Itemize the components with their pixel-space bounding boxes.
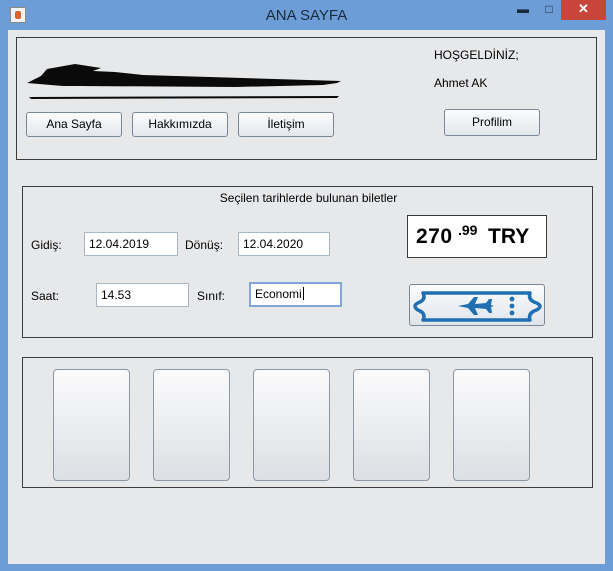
result-card[interactable] <box>353 369 430 481</box>
welcome-label: HOŞGELDİNİZ; <box>434 48 519 62</box>
title-bar[interactable]: ANA SAYFA ▬ □ ✕ <box>0 0 613 30</box>
nav-about-button[interactable]: Hakkımızda <box>132 112 228 137</box>
result-card[interactable] <box>53 369 130 481</box>
nav-home-button[interactable]: Ana Sayfa <box>26 112 122 137</box>
plane-ticket-icon <box>413 291 542 322</box>
class-label: Sınıf: <box>197 289 226 303</box>
result-card[interactable] <box>253 369 330 481</box>
buy-ticket-button[interactable] <box>409 284 545 326</box>
departure-date-field[interactable]: 12.04.2019 <box>84 232 178 256</box>
class-field[interactable]: Economi <box>249 282 342 307</box>
price-whole: 270 <box>416 225 453 248</box>
result-card[interactable] <box>453 369 530 481</box>
maximize-button[interactable]: □ <box>537 0 561 20</box>
search-panel: Seçilen tarihlerde bulunan biletler Gidi… <box>22 186 593 338</box>
return-label: Dönüş: <box>185 238 224 252</box>
content-area: HOŞGELDİNİZ; Ahmet AK Ana Sayfa Hakkımız… <box>8 30 605 564</box>
results-panel <box>22 357 593 488</box>
departure-label: Gidiş: <box>31 238 62 252</box>
return-date-field[interactable]: 12.04.2020 <box>238 232 330 256</box>
close-button[interactable]: ✕ <box>561 0 606 20</box>
price-fraction: .99 <box>458 222 478 238</box>
time-label: Saat: <box>31 289 60 303</box>
user-name: Ahmet AK <box>434 76 488 90</box>
search-panel-title: Seçilen tarihlerde bulunan biletler <box>219 191 398 205</box>
class-field-value: Economi <box>255 287 302 301</box>
text-caret <box>302 287 304 300</box>
header-panel: HOŞGELDİNİZ; Ahmet AK Ana Sayfa Hakkımız… <box>16 37 597 160</box>
price-display: 270 .99 TRY <box>407 215 547 258</box>
profile-button[interactable]: Profilim <box>444 109 540 136</box>
main-window: ANA SAYFA ▬ □ ✕ HOŞGELDİNİZ; Ahmet AK An… <box>0 0 613 571</box>
result-card[interactable] <box>153 369 230 481</box>
airplane-silhouette-icon <box>27 64 341 99</box>
time-field[interactable]: 14.53 <box>96 283 189 307</box>
minimize-button[interactable]: ▬ <box>511 0 535 20</box>
price-currency: TRY <box>488 225 530 248</box>
nav-contact-button[interactable]: İletişim <box>238 112 334 137</box>
